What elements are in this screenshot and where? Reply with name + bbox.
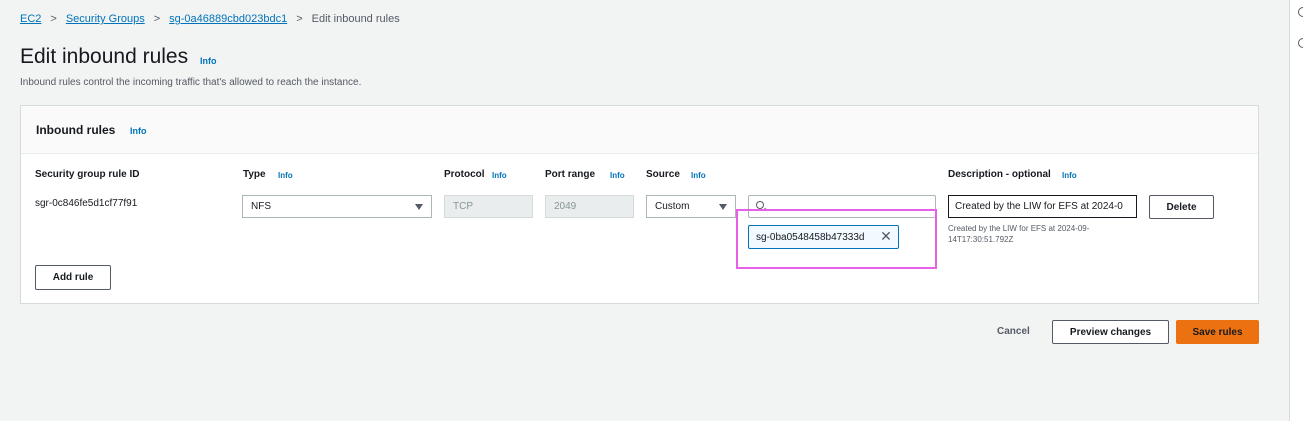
- chevron-right-icon: >: [50, 13, 57, 25]
- rule-id-value: sgr-0c846fe5d1cf77f91: [35, 198, 138, 209]
- main-content: EC2 > Security Groups > sg-0a46889cbd023…: [0, 0, 1289, 421]
- source-token: sg-0ba0548458b47333d: [748, 225, 899, 249]
- column-header-type: Type: [243, 169, 266, 180]
- settings-icon[interactable]: [1298, 7, 1303, 17]
- protocol-value: TCP: [453, 201, 473, 212]
- panel-info-link[interactable]: Info: [130, 126, 147, 136]
- column-header-protocol: Protocol: [444, 169, 485, 180]
- caret-down-icon: [415, 204, 423, 210]
- right-side-strip: [1289, 0, 1303, 421]
- description-input[interactable]: Created by the LIW for EFS at 2024-0: [948, 195, 1137, 218]
- search-icon: [756, 201, 764, 209]
- settings-icon[interactable]: [1298, 38, 1303, 48]
- port-range-field: 2049: [545, 195, 634, 218]
- column-header-description: Description - optional: [948, 169, 1051, 180]
- protocol-info-link[interactable]: Info: [492, 171, 507, 180]
- breadcrumb: EC2 > Security Groups > sg-0a46889cbd023…: [20, 13, 400, 25]
- source-token-label: sg-0ba0548458b47333d: [756, 231, 865, 243]
- add-rule-button[interactable]: Add rule: [35, 265, 111, 290]
- close-icon[interactable]: ✕: [880, 229, 892, 243]
- description-value: Created by the LIW for EFS at 2024-0: [955, 201, 1123, 212]
- source-info-link[interactable]: Info: [691, 171, 706, 180]
- panel-header: Inbound rules Info: [21, 106, 1258, 154]
- cancel-button[interactable]: Cancel: [997, 326, 1030, 337]
- description-info-link[interactable]: Info: [1062, 171, 1077, 180]
- port-range-value: 2049: [554, 201, 577, 212]
- source-select-value: Custom: [655, 201, 690, 212]
- page-info-link[interactable]: Info: [200, 56, 217, 66]
- chevron-right-icon: >: [296, 13, 303, 25]
- caret-down-icon: [719, 204, 727, 210]
- breadcrumb-security-group-id[interactable]: sg-0a46889cbd023bdc1: [169, 13, 287, 25]
- page-title: Edit inbound rules: [20, 45, 189, 68]
- preview-changes-button[interactable]: Preview changes: [1052, 320, 1169, 344]
- breadcrumb-security-groups[interactable]: Security Groups: [66, 13, 145, 25]
- port-range-info-link[interactable]: Info: [610, 171, 625, 180]
- breadcrumb-ec2[interactable]: EC2: [20, 13, 41, 25]
- page-description: Inbound rules control the incoming traff…: [20, 77, 362, 88]
- panel-title: Inbound rules: [36, 123, 116, 137]
- column-header-source: Source: [646, 169, 680, 180]
- column-header-rule-id: Security group rule ID: [35, 169, 140, 180]
- type-select[interactable]: NFS: [242, 195, 432, 218]
- type-select-value: NFS: [251, 201, 271, 212]
- description-help-text: Created by the LIW for EFS at 2024-09-14…: [948, 224, 1090, 244]
- source-select[interactable]: Custom: [646, 195, 736, 218]
- chevron-right-icon: >: [153, 13, 161, 25]
- protocol-field: TCP: [444, 195, 533, 218]
- save-rules-button[interactable]: Save rules: [1176, 320, 1259, 344]
- type-info-link[interactable]: Info: [278, 171, 293, 180]
- delete-rule-button[interactable]: Delete: [1149, 195, 1214, 219]
- column-header-port-range: Port range: [545, 169, 596, 180]
- breadcrumb-current: Edit inbound rules: [311, 13, 400, 25]
